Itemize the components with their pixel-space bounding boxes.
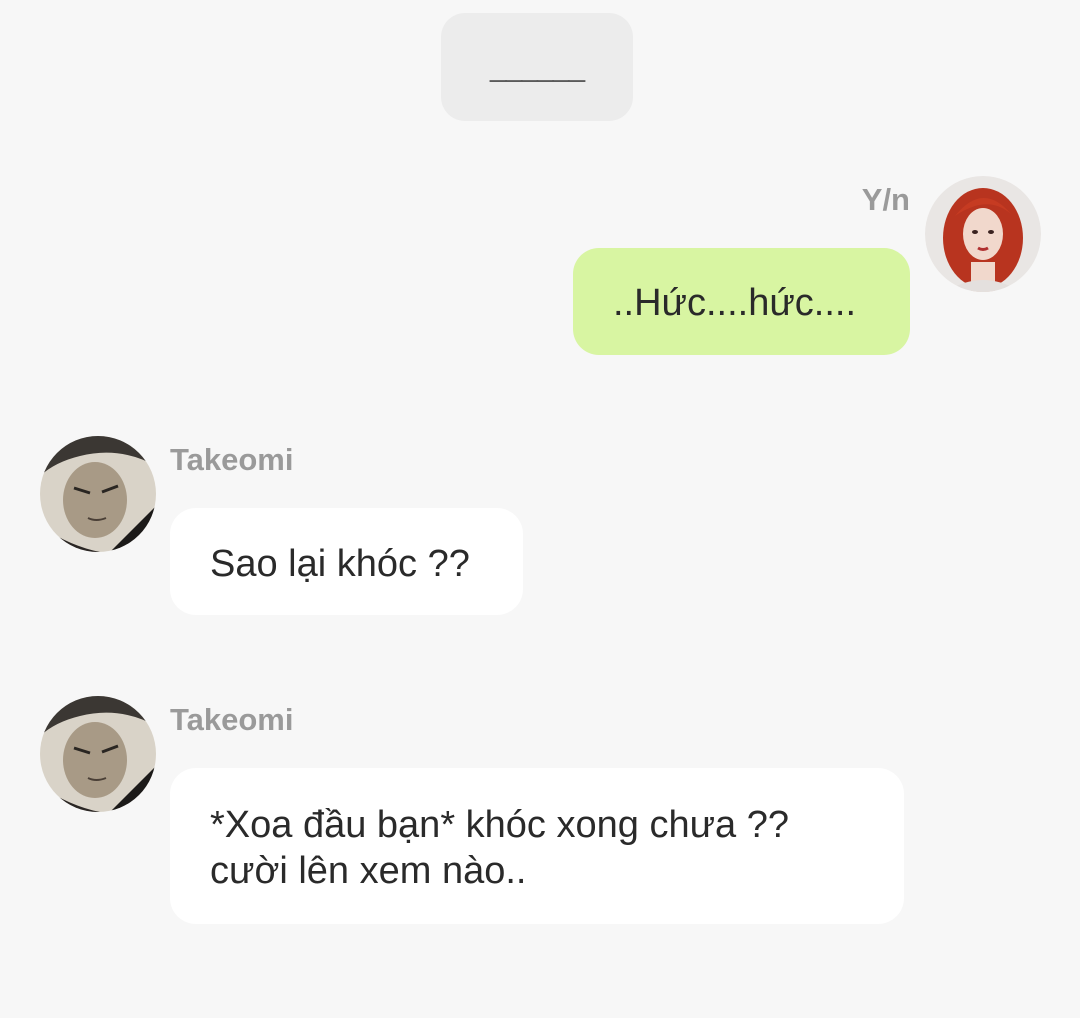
- takeomi-avatar-icon: [40, 436, 156, 552]
- message-text-line: cười lên xem nào..: [210, 850, 527, 892]
- sender-name-takeomi: Takeomi: [170, 442, 294, 477]
- message-text: Sao lại khóc ??: [210, 543, 470, 585]
- avatar-yn[interactable]: [925, 176, 1041, 292]
- avatar-takeomi[interactable]: [40, 436, 156, 552]
- sender-name-takeomi: Takeomi: [170, 702, 294, 737]
- takeomi-avatar-icon: [40, 696, 156, 812]
- message-text-line: *Xoa đầu bạn* khóc xong chưa ??: [210, 804, 789, 846]
- message-bubble-takeomi[interactable]: Sao lại khóc ??: [170, 508, 523, 615]
- message-text: ..Hức....hức....: [613, 282, 857, 324]
- message-bubble-takeomi[interactable]: *Xoa đầu bạn* khóc xong chưa ?? cười lên…: [170, 768, 904, 924]
- sender-name-yn: Y/n: [861, 182, 910, 217]
- separator-text: ______: [489, 50, 585, 83]
- red-haired-girl-avatar-icon: [925, 176, 1041, 292]
- chat-separator: ______: [441, 13, 633, 121]
- message-bubble-yn[interactable]: ..Hức....hức....: [573, 248, 910, 355]
- avatar-takeomi[interactable]: [40, 696, 156, 812]
